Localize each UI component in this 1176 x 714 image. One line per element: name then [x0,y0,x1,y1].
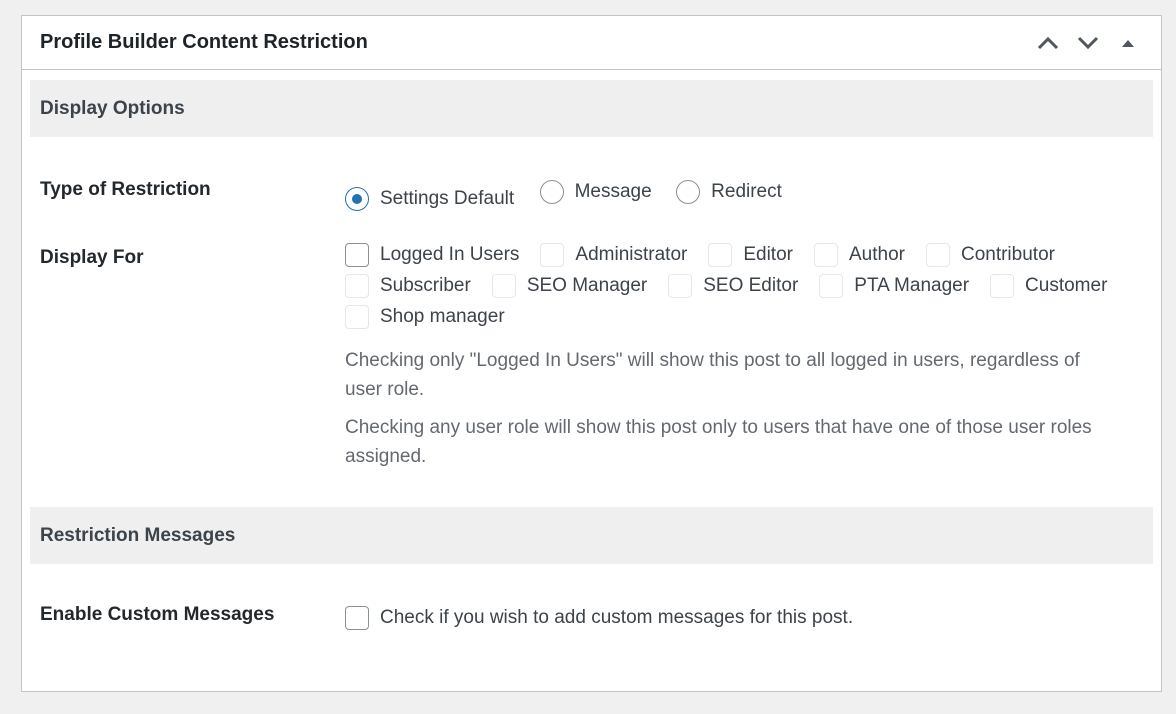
restriction-type-options: Settings Default Message Redirect [345,180,1153,245]
toggle-panel-button[interactable] [1109,29,1147,57]
checkbox-seo-editor[interactable]: SEO Editor [668,273,799,298]
display-for-row: Display For Logged In Users Administrato… [30,242,1153,471]
display-options-heading: Display Options [30,80,1153,137]
panel-title: Profile Builder Content Restriction [40,31,368,53]
checkbox-label: Check if you wish to add custom messages… [380,607,854,628]
checkbox-label: SEO Manager [526,274,648,296]
display-for-label: Display For [40,247,144,268]
checkbox-label: Editor [743,243,793,265]
checkbox-subscriber[interactable]: Subscriber [345,273,471,298]
checkbox-box[interactable] [540,242,565,267]
checkbox-shop-manager[interactable]: Shop manager [345,304,505,329]
enable-custom-messages-field: Check if you wish to add custom messages… [345,606,1153,635]
logged-in-users-help: Checking only "Logged In Users" will sho… [345,350,1080,400]
panel-body: Display Options Type of Restriction Sett… [22,70,1161,635]
radio-settings-default[interactable]: Settings Default [345,187,514,211]
checkbox-box[interactable] [345,242,369,267]
display-for-options: Logged In Users Administrator Editor Aut… [345,242,1153,471]
checkbox-administrator[interactable]: Administrator [540,242,688,267]
checkbox-label: Subscriber [380,274,471,296]
checkbox-box[interactable] [345,304,369,329]
checkbox-author[interactable]: Author [813,242,905,267]
checkbox-box[interactable] [345,273,369,298]
enable-custom-messages-row: Enable Custom Messages Check if you wish… [30,602,1153,635]
checkbox-box[interactable] [491,273,516,298]
checkbox-label: Administrator [575,243,688,265]
checkbox-box[interactable] [668,273,693,298]
chevron-down-icon [1077,36,1099,50]
checkbox-customer[interactable]: Customer [990,273,1108,298]
radio-message[interactable]: Message [539,180,652,204]
handle-actions [1029,29,1147,57]
checkbox-contributor[interactable]: Contributor [925,242,1055,267]
radio-label: Settings Default [380,188,515,209]
checkbox-box[interactable] [345,606,369,630]
triangle-up-icon [1122,40,1134,47]
radio-indicator[interactable] [539,180,564,204]
move-down-button[interactable] [1069,29,1107,57]
checkbox-label: Logged In Users [380,243,520,265]
checkbox-box[interactable] [819,273,844,298]
radio-label: Message [574,181,652,202]
checkbox-label: Contributor [960,243,1055,265]
checkbox-enable-custom-messages[interactable]: Check if you wish to add custom messages… [345,606,853,630]
checkbox-label: Shop manager [380,305,505,327]
enable-custom-messages-label: Enable Custom Messages [40,604,275,625]
type-of-restriction-label: Type of Restriction [40,179,211,200]
checkbox-editor[interactable]: Editor [708,242,793,267]
radio-indicator[interactable] [345,187,369,211]
checkbox-pta-manager[interactable]: PTA Manager [819,273,970,298]
checkbox-row-3: Shop manager [345,301,1153,332]
checkbox-box[interactable] [813,242,838,267]
checkbox-label: Customer [1025,274,1108,296]
checkbox-label: SEO Editor [703,274,799,296]
type-of-restriction-row: Type of Restriction Settings Default Mes… [30,177,1153,245]
restriction-messages-heading: Restriction Messages [30,507,1153,564]
checkbox-row-1: Logged In Users Administrator Editor Aut… [345,239,1153,270]
radio-redirect[interactable]: Redirect [676,180,782,204]
checkbox-seo-manager[interactable]: SEO Manager [491,273,648,298]
content-restriction-panel: Profile Builder Content Restriction Disp… [21,15,1162,692]
checkbox-label: PTA Manager [854,274,970,296]
user-role-help: Checking any user role will show this po… [345,417,1092,467]
checkbox-logged-in-users[interactable]: Logged In Users [345,242,520,267]
checkbox-row-2: Subscriber SEO Manager SEO Editor PTA Ma… [345,270,1153,301]
checkbox-box[interactable] [925,242,950,267]
move-up-button[interactable] [1029,29,1067,57]
chevron-up-icon [1037,36,1059,50]
radio-label: Redirect [711,181,782,202]
checkbox-box[interactable] [990,273,1015,298]
panel-header: Profile Builder Content Restriction [22,16,1161,70]
checkbox-label: Author [848,243,905,265]
checkbox-box[interactable] [708,242,733,267]
radio-indicator[interactable] [676,180,701,204]
